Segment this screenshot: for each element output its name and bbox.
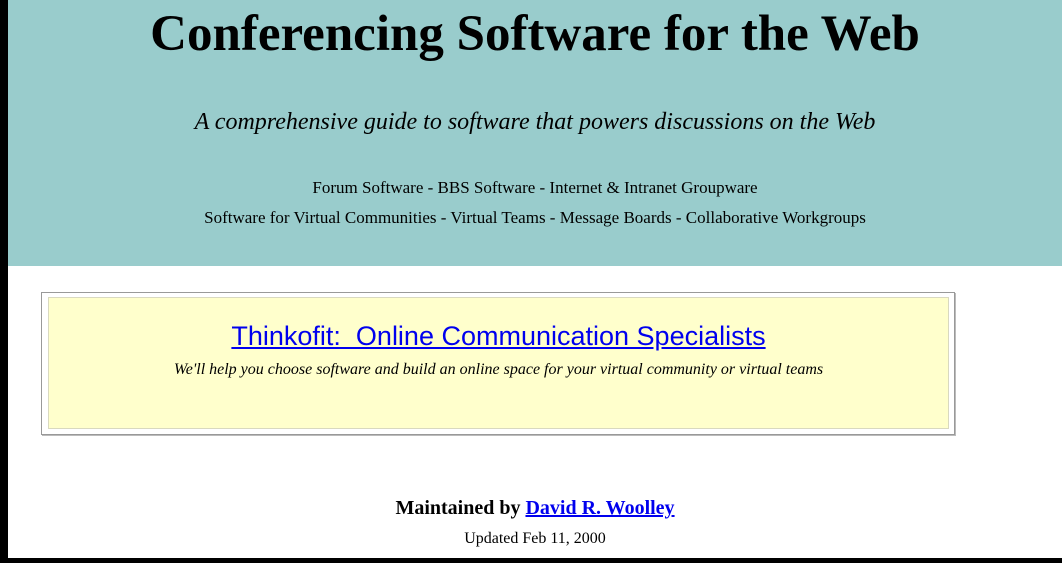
header-banner: Conferencing Software for the Web A comp… <box>8 0 1062 266</box>
promo-box: Thinkofit: Online Communication Speciali… <box>41 292 955 435</box>
page-title: Conferencing Software for the Web <box>150 6 920 62</box>
tagline: A comprehensive guide to software that p… <box>194 109 876 135</box>
thinkofit-link[interactable]: Thinkofit: Online Communication Speciali… <box>49 320 948 352</box>
promo-panel: Thinkofit: Online Communication Speciali… <box>48 297 949 429</box>
topic-line-2: Software for Virtual Communities - Virtu… <box>204 208 866 227</box>
bottom-border <box>8 558 1062 563</box>
page: Conferencing Software for the Web A comp… <box>8 0 1062 563</box>
topic-line-1: Forum Software - BBS Software - Internet… <box>312 178 758 197</box>
updated-date: Updated Feb 11, 2000 <box>464 530 606 547</box>
maintained-by: Maintained by David R. Woolley <box>8 494 1062 522</box>
promo-description: We'll help you choose software and build… <box>173 361 824 378</box>
author-link[interactable]: David R. Woolley <box>525 497 674 519</box>
maintained-label: Maintained by <box>395 497 526 519</box>
topic-list: Forum Software - BBS Software - Internet… <box>8 173 1062 233</box>
